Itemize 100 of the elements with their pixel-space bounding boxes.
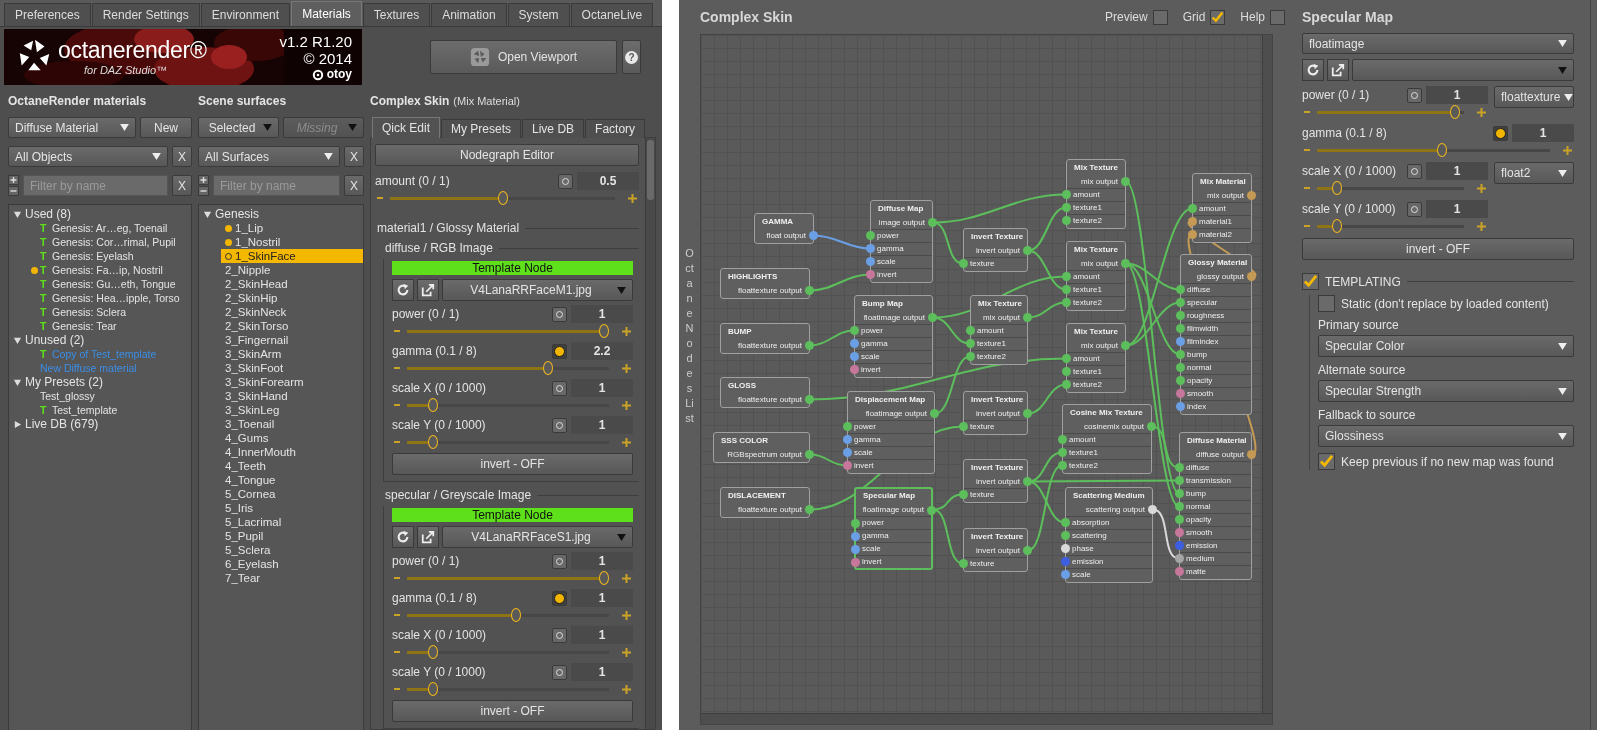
port-dot[interactable] — [1175, 476, 1184, 485]
port-dot[interactable] — [805, 286, 814, 295]
open-viewport-button[interactable]: Open Viewport — [430, 40, 617, 74]
port-dot[interactable] — [1062, 285, 1071, 294]
slider-thumb[interactable] — [1437, 143, 1448, 157]
port-dot[interactable] — [1247, 272, 1256, 281]
port-dot[interactable] — [928, 313, 937, 322]
tree-item[interactable]: T Genesis: Ar…eg, Toenail — [9, 221, 191, 235]
scrollbar[interactable] — [645, 138, 655, 729]
toggle-button[interactable] — [552, 306, 567, 322]
surface-scope-dropdown[interactable]: All Surfaces — [198, 146, 340, 167]
open-external-button[interactable] — [417, 279, 439, 301]
surface-item[interactable]: 2_SkinHead — [221, 277, 363, 291]
value-field[interactable]: 1 — [571, 379, 633, 397]
value-field[interactable]: 1 — [571, 305, 633, 323]
surface-item[interactable]: 1_SkinFace — [221, 249, 363, 263]
port-dot[interactable] — [1147, 422, 1156, 431]
port-dot[interactable] — [1176, 402, 1185, 411]
value-field[interactable]: 1 — [571, 663, 633, 681]
port-dot[interactable] — [1061, 518, 1070, 527]
tab[interactable]: Live DB — [522, 119, 585, 138]
port-dot[interactable] — [1175, 567, 1184, 576]
slider-thumb[interactable] — [543, 361, 554, 375]
port-dot[interactable] — [1058, 461, 1067, 470]
port-dot[interactable] — [1247, 191, 1256, 200]
toggle-button[interactable] — [558, 173, 573, 189]
value-field[interactable]: 1 — [571, 552, 633, 570]
port-dot[interactable] — [1175, 515, 1184, 524]
port-dot[interactable] — [866, 257, 875, 266]
scrollbar[interactable] — [1262, 35, 1272, 714]
tree-group[interactable]: Unused (2) — [9, 333, 191, 347]
port-dot[interactable] — [1176, 376, 1185, 385]
port-dot[interactable] — [805, 341, 814, 350]
tree-item[interactable]: T Genesis: Cor…rimal, Pupil — [9, 235, 191, 249]
value-field[interactable]: 1 — [1426, 200, 1488, 218]
port-dot[interactable] — [1062, 298, 1071, 307]
toggle-button[interactable] — [552, 664, 567, 680]
surface-item[interactable]: 3_SkinLeg — [221, 403, 363, 417]
remove-button[interactable] — [8, 186, 19, 196]
value-field[interactable]: 0.5 — [577, 172, 639, 190]
material-type-dropdown[interactable]: Diffuse Material — [8, 117, 136, 138]
port-dot[interactable] — [1175, 502, 1184, 511]
scrollbar[interactable] — [701, 713, 1272, 724]
port-dot[interactable] — [1148, 505, 1157, 514]
tree-item[interactable]: T Genesis: Sclera — [9, 305, 191, 319]
port-dot[interactable] — [1061, 531, 1070, 540]
surface-item[interactable]: 5_Sclera — [221, 543, 363, 557]
slider-thumb[interactable] — [497, 191, 508, 205]
refresh-button[interactable] — [392, 526, 414, 548]
checkbox[interactable] — [1270, 9, 1285, 25]
port-dot[interactable] — [1175, 489, 1184, 498]
invert-toggle-button[interactable]: invert - OFF — [1302, 238, 1574, 260]
port-dot[interactable] — [1062, 367, 1071, 376]
value-field[interactable]: 2.2 — [571, 342, 633, 360]
surface-item[interactable]: 2_SkinHip — [221, 291, 363, 305]
port-dot[interactable] — [959, 490, 968, 499]
port-dot[interactable] — [1175, 541, 1184, 550]
tree-item[interactable]: T Test_template — [9, 403, 191, 417]
surface-item[interactable]: 5_Iris — [221, 501, 363, 515]
port-dot[interactable] — [1121, 177, 1130, 186]
clear-button[interactable]: X — [172, 146, 192, 167]
tree-item[interactable]: T Genesis: Eyelash — [9, 249, 191, 263]
input-type-dropdown[interactable]: floattexture — [1494, 86, 1574, 108]
port-dot[interactable] — [1058, 448, 1067, 457]
node-type-dropdown[interactable]: floatimage — [1302, 33, 1574, 54]
port-dot[interactable] — [1023, 477, 1032, 486]
checkbox[interactable] — [1152, 9, 1168, 25]
tree-item[interactable]: T Copy of Test_template — [9, 347, 191, 361]
port-dot[interactable] — [1121, 341, 1130, 350]
surface-item[interactable]: 3_SkinFoot — [221, 361, 363, 375]
port-dot[interactable] — [1023, 546, 1032, 555]
port-dot[interactable] — [866, 231, 875, 240]
tab[interactable]: My Presets — [441, 119, 522, 138]
port-dot[interactable] — [850, 339, 859, 348]
port-dot[interactable] — [805, 395, 814, 404]
slider-thumb[interactable] — [1332, 219, 1343, 233]
invert-toggle-button[interactable]: invert - OFF — [392, 453, 633, 475]
port-dot[interactable] — [843, 435, 852, 444]
tree-group[interactable]: Genesis — [199, 207, 363, 221]
port-dot[interactable] — [1121, 259, 1130, 268]
port-dot[interactable] — [866, 270, 875, 279]
checkbox[interactable] — [1302, 273, 1319, 290]
value-field[interactable]: 1 — [571, 626, 633, 644]
tab[interactable]: Preferences — [4, 3, 91, 26]
slider-thumb[interactable] — [1332, 181, 1343, 195]
port-dot[interactable] — [1188, 217, 1197, 226]
graph-node[interactable]: Specular Map floatimage output power gamma scale invert — [854, 487, 933, 570]
tree-item[interactable]: Test_glossy — [9, 389, 191, 403]
slider-thumb[interactable] — [428, 645, 439, 659]
value-field[interactable]: 1 — [1426, 86, 1488, 104]
port-dot[interactable] — [1176, 389, 1185, 398]
port-dot[interactable] — [1176, 350, 1185, 359]
slider-thumb[interactable] — [599, 324, 609, 338]
port-dot[interactable] — [1023, 313, 1032, 322]
port-dot[interactable] — [1061, 557, 1070, 566]
add-button[interactable] — [8, 175, 19, 185]
image-file-dropdown[interactable]: V4LanaRRFaceM1.jpg — [442, 279, 633, 301]
port-dot[interactable] — [850, 352, 859, 361]
checkbox[interactable] — [1318, 295, 1335, 312]
toggle-button[interactable] — [552, 343, 567, 359]
